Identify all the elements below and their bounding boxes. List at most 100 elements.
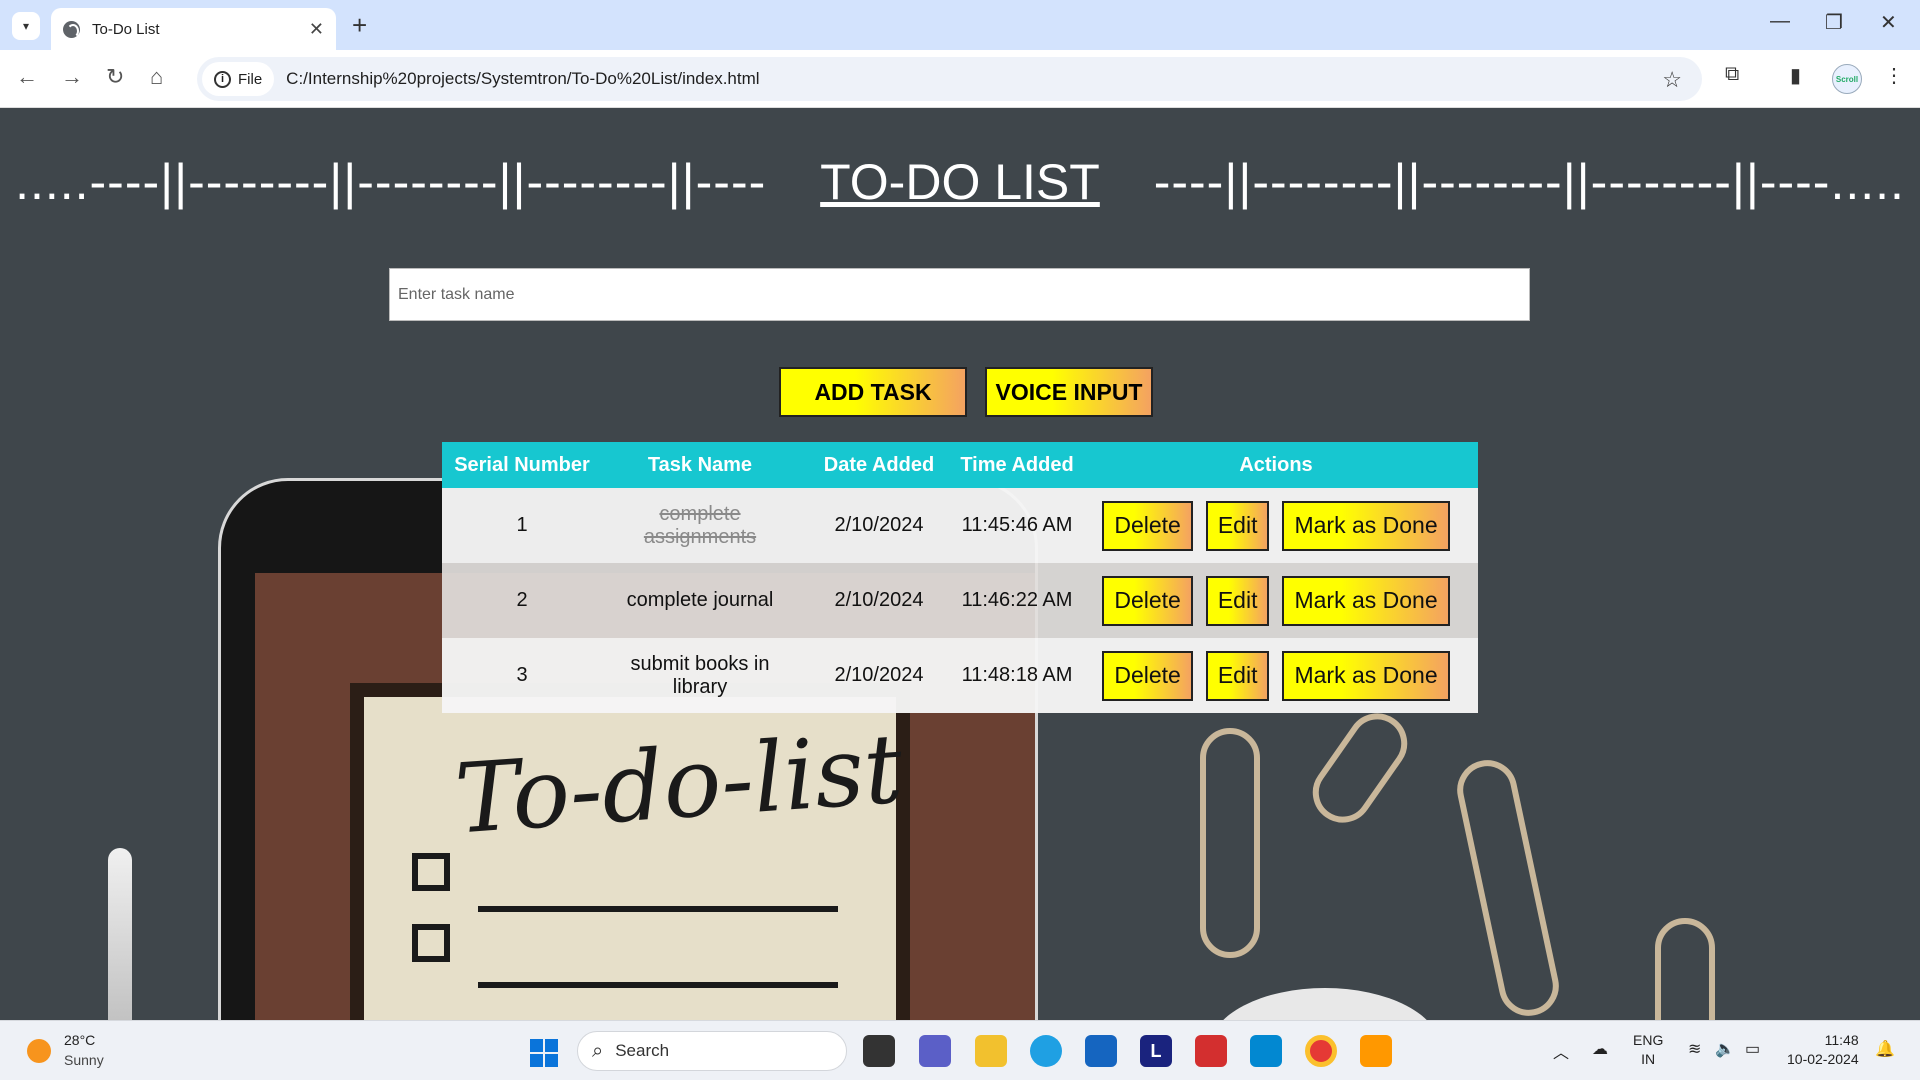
weather-description[interactable]: Sunny (64, 1052, 104, 1068)
remote-desktop-icon[interactable] (1250, 1035, 1282, 1067)
search-icon: ⌕ (592, 1039, 604, 1062)
task-name-cell: complete assignments (602, 488, 798, 563)
clock-time: 11:48 (1824, 1032, 1859, 1048)
table-row: 2 complete journal 2/10/2024 11:46:22 AM… (442, 563, 1478, 638)
profile-avatar[interactable]: Scroll (1832, 64, 1862, 94)
site-info-chip[interactable]: i File (202, 62, 275, 96)
date-cell: 2/10/2024 (798, 563, 960, 638)
column-header: Task Name (602, 442, 798, 488)
file-explorer-icon[interactable] (975, 1035, 1007, 1067)
info-icon: i (214, 70, 231, 88)
table-row: 3 submit books in library 2/10/2024 11:4… (442, 638, 1478, 713)
address-bar[interactable]: i File C:/Internship%20projects/Systemtr… (197, 57, 1702, 101)
onedrive-cloud-icon[interactable]: ☁ (1592, 1039, 1608, 1059)
background-checkbox (412, 853, 450, 891)
close-tab-icon[interactable]: ✕ (309, 19, 324, 40)
bookmark-star-icon[interactable]: ☆ (1662, 67, 1682, 93)
show-hidden-icons-icon[interactable]: ︿ (1553, 1039, 1569, 1063)
edit-button[interactable]: Edit (1205, 500, 1270, 551)
notification-bell-icon[interactable]: 🔔 (1875, 1039, 1895, 1059)
back-icon[interactable]: ← (16, 64, 38, 90)
home-icon[interactable]: ⌂ (150, 64, 163, 90)
background-paperclip (1200, 728, 1260, 958)
page-content: To-do-list .....----||--------||--------… (0, 108, 1920, 1020)
minimize-icon[interactable]: — (1770, 10, 1790, 33)
voice-input-button[interactable]: VOICE INPUT (985, 367, 1153, 417)
mcafee-icon[interactable] (1195, 1035, 1227, 1067)
search-label: Search (615, 1041, 670, 1060)
mark-as-done-button[interactable]: Mark as Done (1282, 650, 1450, 701)
close-window-icon[interactable]: ✕ (1880, 10, 1897, 35)
language-code: ENG (1633, 1032, 1664, 1048)
extensions-icon[interactable]: ⧉ (1725, 63, 1739, 86)
add-task-button[interactable]: ADD TASK (779, 367, 967, 417)
time-cell: 11:45:46 AM (960, 488, 1074, 563)
mark-as-done-button[interactable]: Mark as Done (1282, 575, 1450, 626)
sublime-text-icon[interactable] (1360, 1035, 1392, 1067)
task-name-cell: submit books in library (602, 638, 798, 713)
column-header: Date Added (798, 442, 960, 488)
clock-date: 10-02-2024 (1787, 1051, 1859, 1067)
reload-icon[interactable]: ↻ (106, 64, 124, 90)
background-checkbox (412, 924, 450, 962)
delete-button[interactable]: Delete (1102, 575, 1193, 626)
date-cell: 2/10/2024 (798, 638, 960, 713)
delete-button[interactable]: Delete (1102, 500, 1193, 551)
tab-search-icon[interactable]: ▾ (12, 12, 40, 40)
column-header: Serial Number (442, 442, 602, 488)
weather-temperature[interactable]: 28°C (64, 1032, 95, 1048)
language-indicator[interactable]: ENG IN (1633, 1031, 1663, 1069)
edit-button[interactable]: Edit (1205, 575, 1270, 626)
page-title: .....----||--------||--------||--------|… (0, 153, 1920, 211)
time-cell: 11:46:22 AM (960, 563, 1074, 638)
actions-cell: Delete Edit Mark as Done (1074, 563, 1478, 638)
menu-kebab-icon[interactable]: ⋮ (1884, 63, 1904, 88)
time-cell: 11:48:18 AM (960, 638, 1074, 713)
mark-as-done-button[interactable]: Mark as Done (1282, 500, 1450, 551)
chip-label: File (238, 70, 263, 88)
table-header-row: Serial Number Task Name Date Added Time … (442, 442, 1478, 488)
chrome-icon[interactable] (1305, 1035, 1337, 1067)
browser-tab[interactable]: To-Do List ✕ (51, 8, 336, 50)
taskbar-search[interactable]: ⌕ Search (577, 1031, 847, 1071)
title-decoration-left: .....----||--------||--------||--------|… (15, 154, 767, 210)
l-app-icon[interactable]: L (1140, 1035, 1172, 1067)
background-paperclip (1451, 754, 1565, 1020)
side-panel-icon[interactable]: ▮ (1790, 63, 1801, 88)
restore-icon[interactable]: ❐ (1825, 10, 1843, 35)
serial-cell: 1 (442, 488, 602, 563)
store-icon[interactable] (1085, 1035, 1117, 1067)
new-tab-icon[interactable]: + (352, 10, 367, 41)
browser-toolbar: ← → ↻ ⌂ i File C:/Internship%20projects/… (0, 50, 1920, 108)
date-cell: 2/10/2024 (798, 488, 960, 563)
task-name-input[interactable] (389, 268, 1530, 321)
serial-cell: 3 (442, 638, 602, 713)
background-pen (108, 848, 132, 1020)
serial-cell: 2 (442, 563, 602, 638)
url-text[interactable]: C:/Internship%20projects/Systemtron/To-D… (286, 69, 759, 89)
sun-icon[interactable] (27, 1039, 51, 1063)
task-name-cell: complete journal (602, 563, 798, 638)
forward-icon[interactable]: → (61, 64, 83, 90)
chat-icon[interactable] (919, 1035, 951, 1067)
wifi-icon[interactable]: ≋ (1688, 1039, 1701, 1059)
system-clock[interactable]: 11:48 10-02-2024 (1787, 1031, 1859, 1069)
edge-browser-icon[interactable] (1030, 1035, 1062, 1067)
volume-icon[interactable]: 🔈 (1715, 1039, 1735, 1059)
background-line (478, 982, 838, 988)
actions-cell: Delete Edit Mark as Done (1074, 488, 1478, 563)
task-view-icon[interactable] (863, 1035, 895, 1067)
background-paperclip (1655, 918, 1715, 1020)
table-row: 1 complete assignments 2/10/2024 11:45:4… (442, 488, 1478, 563)
background-line (478, 906, 838, 912)
actions-cell: Delete Edit Mark as Done (1074, 638, 1478, 713)
battery-icon[interactable]: ▭ (1745, 1039, 1760, 1059)
windows-start-icon[interactable] (530, 1039, 558, 1067)
delete-button[interactable]: Delete (1102, 650, 1193, 701)
browser-titlebar: ▾ To-Do List ✕ + — ❐ ✕ (0, 0, 1920, 50)
windows-taskbar: 28°C Sunny ⌕ Search L ︿ ☁ ENG IN ≋ 🔈 ▭ 1… (0, 1020, 1920, 1080)
column-header: Actions (1074, 442, 1478, 488)
edit-button[interactable]: Edit (1205, 650, 1270, 701)
globe-icon (63, 20, 80, 38)
tab-title: To-Do List (92, 20, 160, 38)
